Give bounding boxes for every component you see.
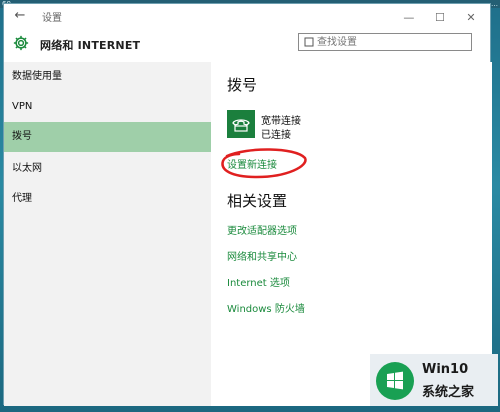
section-title-related: 相关设置 bbox=[227, 192, 288, 210]
settings-header: 网络和 INTERNET bbox=[4, 28, 490, 62]
sidebar-item-proxy[interactable]: 代理 bbox=[4, 184, 211, 214]
watermark-text-win10: Win10 bbox=[422, 362, 469, 377]
sidebar-item-data-usage[interactable]: 数据使用量 bbox=[4, 62, 211, 92]
search-icon bbox=[304, 37, 314, 47]
link-network-sharing-center[interactable]: 网络和共享中心 bbox=[227, 248, 297, 263]
settings-window: ← 设置 — ☐ ✕ 网络和 INTERNET 数据使用量 VP bbox=[3, 3, 492, 406]
close-button[interactable]: ✕ bbox=[458, 8, 484, 28]
windows-logo-icon bbox=[376, 362, 414, 400]
phone-icon bbox=[232, 119, 250, 132]
window-controls: — ☐ ✕ bbox=[396, 6, 484, 26]
page-title: 网络和 INTERNET bbox=[40, 39, 141, 52]
sidebar-item-label: 数据使用量 bbox=[12, 71, 62, 82]
section-title-dialup: 拨号 bbox=[227, 76, 258, 94]
link-internet-options[interactable]: Internet 选项 bbox=[227, 274, 290, 289]
title-bar: ← 设置 — ☐ ✕ bbox=[4, 4, 490, 28]
sidebar-item-label: 代理 bbox=[12, 193, 32, 204]
back-arrow-icon[interactable]: ← bbox=[12, 8, 28, 24]
sidebar: 数据使用量 VPN 拨号 以太网 代理 bbox=[4, 62, 211, 406]
link-windows-firewall[interactable]: Windows 防火墙 bbox=[227, 300, 305, 315]
search-box[interactable] bbox=[298, 33, 472, 51]
watermark-badge: Win10 系统之家 bbox=[370, 354, 498, 406]
sidebar-item-dialup[interactable]: 拨号 bbox=[4, 122, 211, 152]
search-input[interactable] bbox=[317, 34, 467, 50]
watermark-text-site: 系统之家 bbox=[422, 385, 475, 400]
maximize-button[interactable]: ☐ bbox=[427, 8, 453, 28]
sidebar-item-label: 以太网 bbox=[12, 163, 42, 174]
broadband-connection-icon[interactable] bbox=[227, 110, 255, 138]
gear-icon bbox=[13, 35, 29, 51]
sidebar-item-ethernet[interactable]: 以太网 bbox=[4, 154, 211, 184]
minimize-button[interactable]: — bbox=[396, 8, 422, 28]
link-adapter-options[interactable]: 更改适配器选项 bbox=[227, 222, 297, 237]
desktop-top-right-text: … bbox=[491, 0, 498, 8]
sidebar-item-vpn[interactable]: VPN bbox=[4, 92, 211, 122]
window-title: 设置 bbox=[42, 13, 62, 24]
setup-new-connection-link[interactable]: 设置新连接 bbox=[227, 156, 277, 171]
connection-name[interactable]: 宽带连接 bbox=[261, 112, 301, 127]
sidebar-item-label: VPN bbox=[12, 101, 33, 112]
connection-status: 已连接 bbox=[261, 130, 291, 141]
sidebar-item-label: 拨号 bbox=[12, 131, 32, 142]
